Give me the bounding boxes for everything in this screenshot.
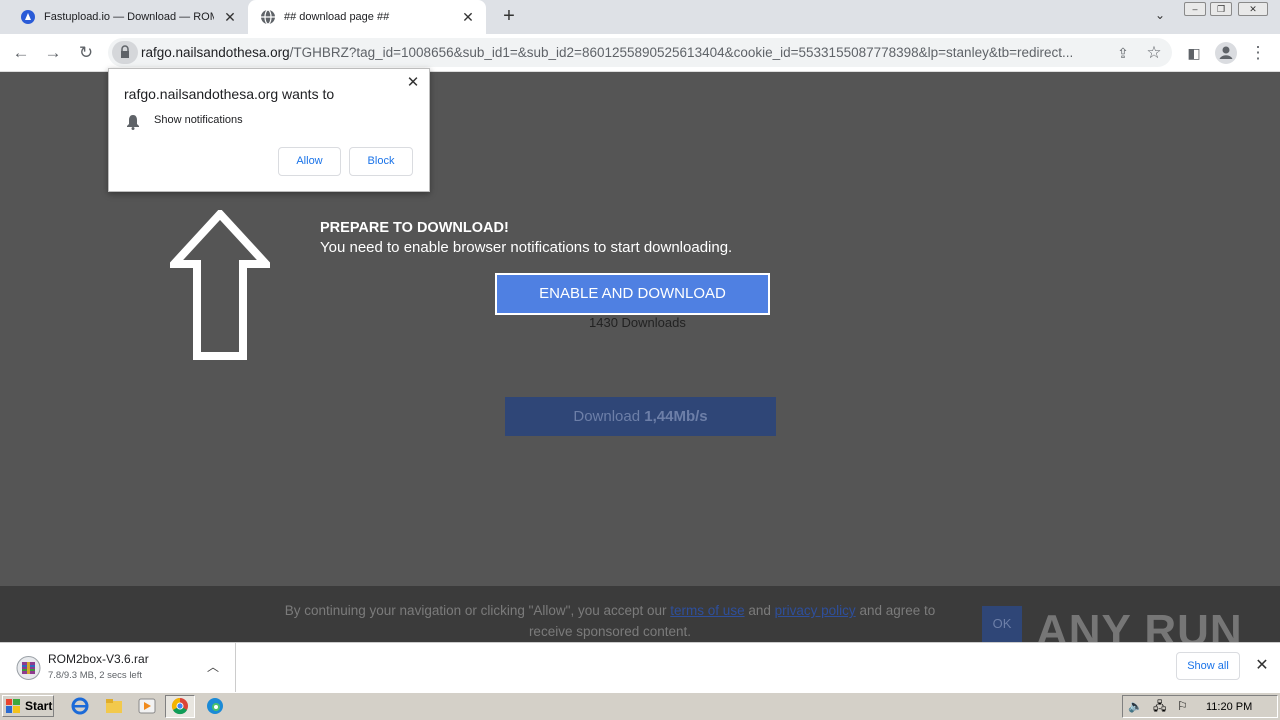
consent-text: By continuing your navigation or clickin… — [270, 600, 950, 642]
privacy-policy-link[interactable]: privacy policy — [775, 603, 856, 618]
globe-icon — [261, 9, 275, 25]
tab-fastupload[interactable]: Fastupload.io — Download — ROM2box-V3.6.… — [8, 0, 248, 34]
tab-download-page[interactable]: ## download page ## ✕ — [248, 0, 486, 34]
menu-kebab-icon[interactable]: ⋮ — [1247, 42, 1269, 64]
download-button[interactable]: Download 1,44Mb/s — [505, 397, 776, 436]
chevron-down-icon[interactable]: ⌄ — [1150, 8, 1170, 26]
consent-ok-button[interactable]: OK — [982, 606, 1022, 642]
popup-origin-text: rafgo.nailsandothesa.org wants to — [124, 86, 335, 102]
tab-title: ## download page ## — [284, 11, 390, 23]
edge-icon[interactable] — [206, 697, 224, 715]
enable-and-download-button[interactable]: ENABLE AND DOWNLOAD — [495, 273, 770, 315]
profile-avatar-icon[interactable] — [1215, 42, 1237, 64]
url-path: /TGHBRZ?tag_id=1008656&sub_id1=&sub_id2=… — [289, 45, 1074, 60]
tab-title: Fastupload.io — Download — ROM2box-V3.6.… — [44, 11, 214, 23]
media-player-icon[interactable] — [138, 697, 156, 715]
network-icon[interactable]: 🖧 — [1153, 699, 1169, 713]
system-tray — [1122, 695, 1278, 718]
download-file-name: ROM2box-V3.6.rar — [48, 652, 149, 666]
share-icon[interactable]: ⇪ — [1112, 42, 1134, 64]
bookmark-star-icon[interactable]: ☆ — [1143, 42, 1165, 64]
new-tab-button[interactable]: + — [498, 6, 520, 28]
restore-button[interactable]: ❐ — [1210, 2, 1232, 16]
action-center-flag-icon[interactable]: ⚐ — [1177, 699, 1193, 713]
rar-archive-icon — [16, 656, 41, 680]
minimize-button[interactable]: – — [1184, 2, 1206, 16]
explorer-icon[interactable] — [105, 697, 123, 715]
back-arrow-icon[interactable]: ← — [10, 42, 32, 64]
show-all-button[interactable]: Show all — [1176, 652, 1240, 680]
block-button[interactable]: Block — [349, 147, 413, 176]
popup-close-icon[interactable]: ✕ — [405, 75, 421, 91]
allow-button[interactable]: Allow — [278, 147, 341, 176]
download-button-label: Download — [573, 408, 641, 425]
download-count: 1430 Downloads — [589, 315, 686, 330]
windows-flag-icon — [6, 699, 20, 713]
page-heading: PREPARE TO DOWNLOAD! — [320, 220, 509, 236]
forward-arrow-icon[interactable]: → — [42, 42, 64, 64]
bell-icon — [127, 115, 139, 130]
anyrun-watermark-logo: ANY RUN — [1036, 606, 1243, 642]
consent-before: By continuing your navigation or clickin… — [284, 603, 667, 618]
page-subheading: You need to enable browser notifications… — [320, 239, 733, 256]
url-host: rafgo.nailsandothesa.org — [141, 45, 290, 60]
up-arrow-icon — [170, 210, 270, 360]
taskbar-clock: 11:20 PM — [1206, 701, 1253, 713]
close-window-button[interactable]: ✕ — [1238, 2, 1268, 16]
tab-close-icon[interactable]: ✕ — [460, 9, 476, 25]
permission-label: Show notifications — [154, 114, 243, 126]
terms-of-use-link[interactable]: terms of use — [670, 603, 744, 618]
shelf-close-icon[interactable]: ✕ — [1252, 656, 1272, 676]
download-speed: 1,44Mb/s — [644, 408, 708, 425]
volume-icon[interactable]: 🔈 — [1128, 699, 1144, 713]
notification-permission-popup: rafgo.nailsandothesa.org wants to ✕ Show… — [108, 68, 430, 192]
side-panel-icon[interactable]: ◧ — [1183, 42, 1205, 64]
chrome-icon[interactable] — [171, 697, 189, 715]
consent-and: and — [748, 603, 771, 618]
download-status: 7.8/9.3 MB, 2 secs left — [48, 670, 142, 681]
fastupload-favicon-icon — [21, 10, 35, 24]
chevron-up-icon[interactable]: ︿ — [205, 658, 221, 674]
ie-icon[interactable] — [71, 697, 89, 715]
reload-icon[interactable]: ↻ — [75, 42, 97, 64]
tab-close-icon[interactable]: ✕ — [222, 9, 238, 25]
url-text[interactable]: rafgo.nailsandothesa.org/TGHBRZ?tag_id=1… — [141, 45, 1107, 60]
lock-icon[interactable] — [112, 41, 138, 64]
